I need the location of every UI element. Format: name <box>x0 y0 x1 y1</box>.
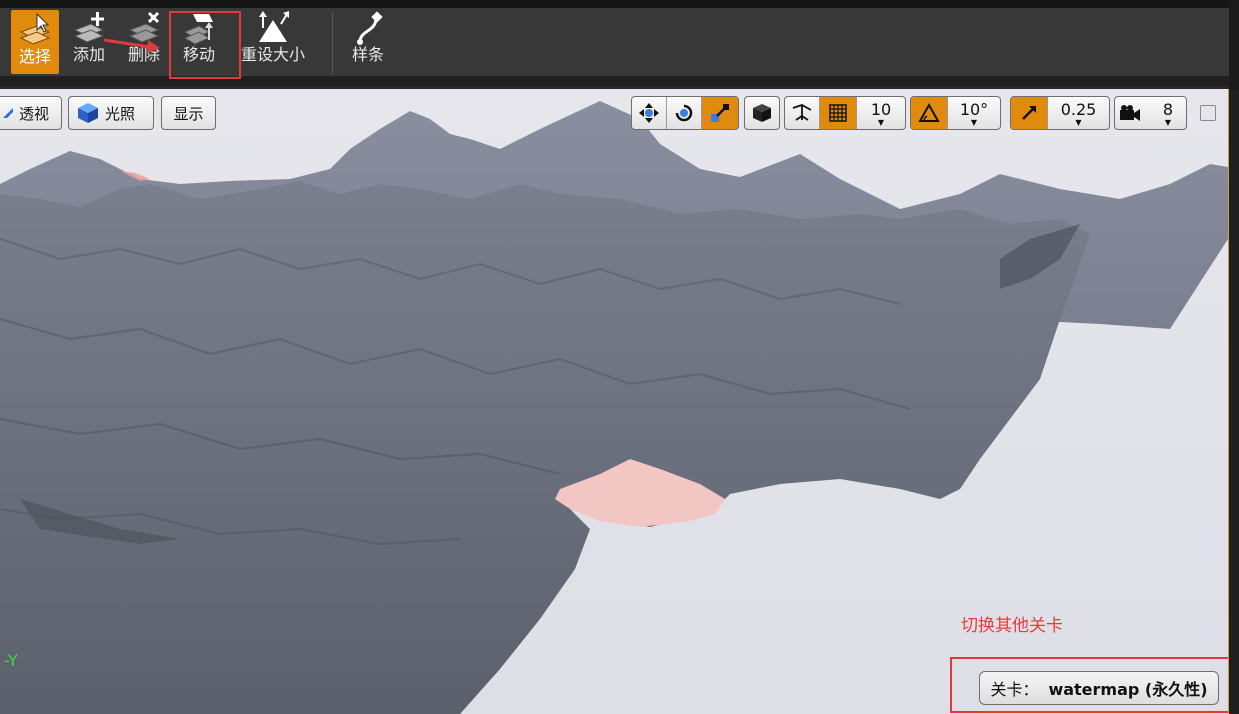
translate-arrows-icon <box>639 103 659 123</box>
resize-tool-button[interactable]: 重设大小 <box>240 8 306 76</box>
resize-icon <box>259 11 289 42</box>
spline-icon <box>357 11 383 45</box>
rotation-snap-value-dropdown[interactable]: 10° ▼ <box>947 97 1000 129</box>
show-button[interactable]: 显示 <box>161 96 216 130</box>
lighting-button[interactable]: 光照 <box>68 96 154 130</box>
world-cube-icon <box>753 104 771 122</box>
resize-tool-label: 重设大小 <box>240 45 305 64</box>
camera-speed-value: 8 <box>1162 100 1174 119</box>
move-tool-highlight <box>169 11 241 79</box>
scale-arrow-icon <box>1022 106 1036 120</box>
show-label: 显示 <box>173 104 204 123</box>
scale-snap-value-dropdown[interactable]: 0.25 ▼ <box>1047 97 1109 129</box>
spline-tool-button[interactable]: 样条 <box>341 8 395 76</box>
perspective-icon <box>3 108 13 118</box>
grid-snap-toggle[interactable] <box>819 97 856 129</box>
rotate-mode-button[interactable] <box>666 97 701 129</box>
transform-tools-group <box>631 96 739 130</box>
surface-snap-button[interactable] <box>785 97 819 129</box>
lit-cube-icon <box>78 103 98 123</box>
coordinate-system-button[interactable] <box>744 96 780 130</box>
chevron-down-icon: ▼ <box>970 118 978 127</box>
perspective-label: 透视 <box>19 104 50 123</box>
camera-speed-dropdown[interactable]: 8 ▼ <box>1114 96 1187 130</box>
scale-mode-button[interactable] <box>701 97 738 129</box>
level-viewport[interactable]: 透视 光照 显示 10 ▼ 10° ▼ 0.25 ▼ 8 ▼ -Y 切换其他关卡… <box>0 89 1229 714</box>
chevron-down-icon: ▼ <box>877 118 885 127</box>
chevron-down-icon: ▼ <box>1164 118 1172 127</box>
grid-snap-group: 10 ▼ <box>784 96 906 130</box>
camera-icon <box>1120 105 1140 121</box>
select-icon <box>19 12 51 45</box>
translate-mode-button[interactable] <box>632 97 666 129</box>
angle-icon <box>918 102 940 122</box>
panel-edge <box>1229 0 1239 90</box>
spline-tool-label: 样条 <box>351 45 384 64</box>
grid-snap-value-dropdown[interactable]: 10 ▼ <box>856 97 905 129</box>
scale-snap-group: 0.25 ▼ <box>1010 96 1110 130</box>
rotation-snap-group: 10° ▼ <box>910 96 1001 130</box>
chevron-down-icon: ▼ <box>1075 118 1082 127</box>
annotation-arrow <box>103 38 160 53</box>
rotate-icon <box>675 104 693 122</box>
maximize-viewport-icon[interactable] <box>1200 105 1216 121</box>
axis-indicator: -Y <box>4 651 18 670</box>
level-name: watermap (永久性) <box>1048 680 1208 699</box>
level-label: 关卡： <box>990 680 1039 699</box>
grid-icon <box>829 104 847 122</box>
perspective-button[interactable]: 透视 <box>0 96 62 130</box>
select-tool-label: 选择 <box>18 47 51 66</box>
annotation-text: 切换其他关卡 <box>961 616 1063 636</box>
surface-snap-icon <box>792 104 812 121</box>
scale-snap-value: 0.25 <box>1060 100 1097 119</box>
rotation-snap-value: 10° <box>959 100 989 119</box>
scale-icon <box>711 104 729 122</box>
current-level-button[interactable]: 关卡： watermap (永久性) <box>979 671 1219 705</box>
rotation-snap-toggle[interactable] <box>911 97 947 129</box>
toolbar-separator <box>332 12 333 74</box>
title-strip <box>0 0 1239 8</box>
lighting-label: 光照 <box>105 104 136 123</box>
grid-snap-value: 10 <box>870 100 892 119</box>
scale-snap-toggle[interactable] <box>1011 97 1047 129</box>
select-tool-button[interactable]: 选择 <box>11 10 59 74</box>
